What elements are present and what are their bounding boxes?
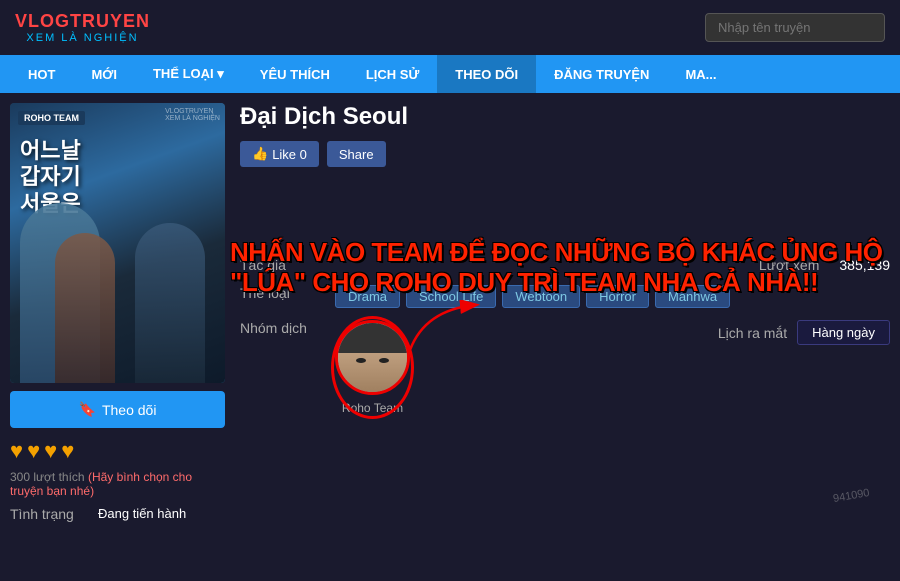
star-4[interactable]: ♥ — [61, 438, 74, 464]
logo-bottom: XEM LÀ NGHIỆN — [26, 32, 138, 44]
manga-title: Đại Dịch Seoul — [240, 103, 890, 131]
follow-button[interactable]: 🔖 Theo dõi — [10, 391, 225, 428]
logo[interactable]: VLOGTRUYEN XEM LÀ NGHIỆN — [15, 11, 150, 44]
search-input[interactable] — [705, 13, 885, 42]
nav-moi[interactable]: MỚI — [73, 55, 135, 93]
nav-dang-truyen[interactable]: ĐĂNG TRUYỆN — [536, 55, 667, 93]
nav-ma[interactable]: MA... — [667, 55, 734, 93]
right-panel: Đại Dịch Seoul 👍 Like 0 Share NHẤN VÀO T… — [240, 103, 890, 522]
thumbs-up-icon: 👍 — [252, 146, 268, 162]
translator-name: Roho Team — [335, 401, 410, 415]
star-1[interactable]: ♥ — [10, 438, 23, 464]
cover-watermark: VLOGTRUYENXEM LÀ NGHIỆN — [165, 108, 220, 122]
like-button[interactable]: 👍 Like 0 — [240, 141, 319, 167]
action-buttons: 👍 Like 0 Share — [240, 141, 890, 167]
status-row: Tình trạng Đang tiến hành — [10, 506, 225, 522]
main-content: ROHO TEAM VLOGTRUYENXEM LÀ NGHIỆN 어느날 갑자… — [0, 93, 900, 532]
overlay-promo-text: NHẤN VÀO TEAM ĐỂ ĐỌC NHỮNG BỘ KHÁC ỦNG H… — [230, 238, 890, 298]
header: VLOGTRUYEN XEM LÀ NGHIỆN — [0, 0, 900, 55]
vote-text: 300 lượt thích (Hãy bình chọn cho truyện… — [10, 470, 225, 498]
translator-avatar — [335, 320, 410, 395]
navbar: HOT MỚI THỂ LOẠI ▾ YÊU THÍCH LỊCH SỬ THE… — [0, 55, 900, 93]
share-button[interactable]: Share — [327, 141, 386, 167]
nav-the-loai[interactable]: THỂ LOẠI ▾ — [135, 55, 242, 93]
left-panel: ROHO TEAM VLOGTRUYENXEM LÀ NGHIỆN 어느날 갑자… — [10, 103, 225, 522]
arrow-icon — [405, 300, 485, 360]
manga-cover: ROHO TEAM VLOGTRUYENXEM LÀ NGHIỆN 어느날 갑자… — [10, 103, 225, 383]
nav-yeu-thich[interactable]: YÊU THÍCH — [242, 55, 348, 93]
cover-team-badge: ROHO TEAM — [18, 111, 85, 125]
translator-avatar-wrap[interactable]: Roho Team — [335, 320, 410, 415]
release-badge: Hàng ngày — [797, 320, 890, 345]
logo-top: VLOGTRUYEN — [15, 11, 150, 32]
star-3[interactable]: ♥ — [44, 438, 57, 464]
bookmark-icon: 🔖 — [79, 401, 96, 418]
nav-hot[interactable]: HOT — [10, 55, 73, 93]
translator-row: Nhóm dịch Roho Team — [240, 320, 890, 415]
release-info: Lịch ra mắt Hàng ngày — [718, 320, 890, 345]
star-2[interactable]: ♥ — [27, 438, 40, 464]
nav-lich-su[interactable]: LỊCH SỬ — [348, 55, 437, 93]
stars-row: ♥ ♥ ♥ ♥ — [10, 438, 225, 464]
nav-theo-doi[interactable]: THEO DÕI — [437, 55, 536, 93]
